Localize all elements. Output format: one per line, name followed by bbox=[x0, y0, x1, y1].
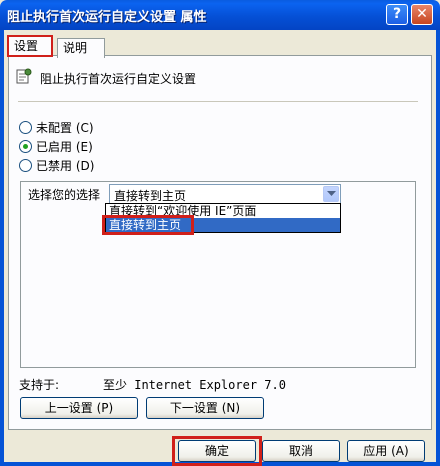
next-setting-button[interactable]: 下一设置 (N) bbox=[146, 397, 264, 419]
window-frame-left bbox=[0, 30, 4, 466]
radio-not-configured[interactable]: 未配置 (C) bbox=[19, 119, 94, 135]
choice-select[interactable]: 直接转到主页 bbox=[109, 184, 341, 204]
supported-value: 至少 Internet Explorer 7.0 bbox=[103, 378, 286, 392]
radio-enabled[interactable]: 已启用 (E) bbox=[19, 138, 93, 154]
radio-disabled[interactable]: 已禁用 (D) bbox=[19, 157, 94, 173]
chevron-down-icon[interactable] bbox=[323, 186, 339, 202]
tab-settings[interactable]: 设置 bbox=[7, 35, 53, 57]
apply-button[interactable]: 应用 (A) bbox=[347, 440, 425, 462]
supported-label: 支持于: bbox=[19, 378, 60, 392]
tab-description[interactable]: 说明 bbox=[57, 38, 105, 58]
help-button[interactable]: ? bbox=[386, 4, 408, 25]
annotation-highlight bbox=[102, 215, 194, 235]
radio-label: 未配置 (C) bbox=[36, 120, 94, 135]
window-frame-right bbox=[436, 30, 440, 466]
radio-label: 已启用 (E) bbox=[36, 139, 93, 154]
previous-setting-button[interactable]: 上一设置 (P) bbox=[20, 397, 138, 419]
radio-button-checked[interactable] bbox=[19, 139, 32, 153]
radio-button[interactable] bbox=[19, 120, 32, 134]
policy-settings-icon bbox=[16, 68, 32, 84]
policy-name: 阻止执行首次运行自定义设置 bbox=[40, 72, 197, 86]
select-label: 选择您的选择 bbox=[28, 188, 101, 202]
divider bbox=[18, 101, 418, 102]
annotation-highlight bbox=[172, 436, 262, 466]
cancel-button[interactable]: 取消 bbox=[262, 440, 340, 462]
close-button[interactable]: ✕ bbox=[411, 4, 433, 25]
window-title: 阻止执行首次运行自定义设置 属性 bbox=[7, 10, 207, 25]
radio-label: 已禁用 (D) bbox=[36, 158, 95, 173]
select-value: 直接转到主页 bbox=[114, 189, 187, 203]
radio-button[interactable] bbox=[19, 158, 32, 172]
title-bar[interactable]: 阻止执行首次运行自定义设置 属性 ? ✕ bbox=[0, 0, 440, 30]
